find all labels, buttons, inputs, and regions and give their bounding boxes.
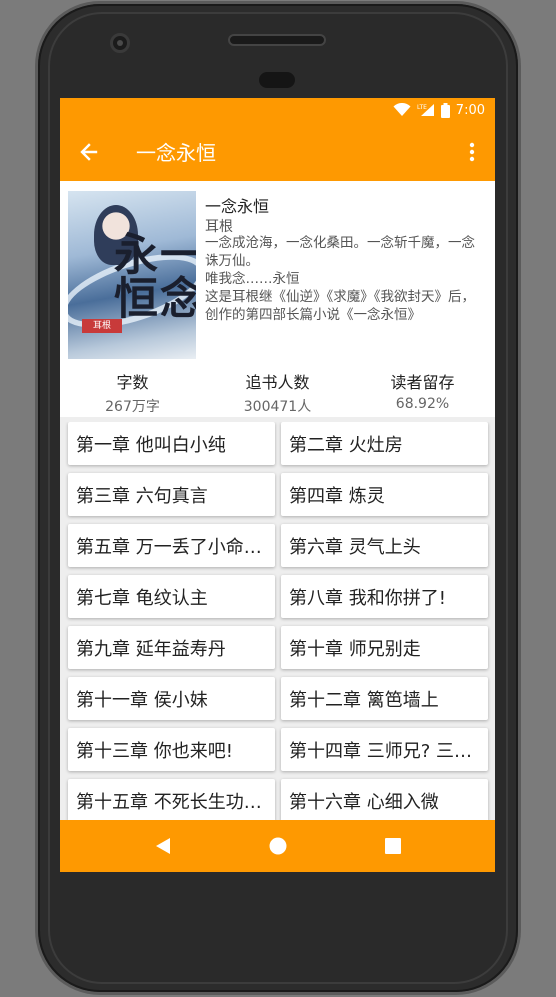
stat-value: 300471人 (243, 399, 312, 415)
chapter-item[interactable]: 第十六章 心细入微 (281, 779, 488, 820)
stat-label: 读者留存 (390, 373, 455, 392)
book-info-card: 一念永恒 耳根 一念永恒 耳根 一念成沧海，一念化桑田。一念斩千魔，一念诛万仙。… (60, 181, 495, 417)
chapter-list: 第一章 他叫白小纯 第二章 火灶房 第三章 六句真言 第四章 炼灵 第五章 万一… (60, 422, 495, 820)
chapter-item[interactable]: 第一章 他叫白小纯 (68, 422, 275, 465)
book-title: 一念永恒 (205, 197, 270, 216)
chapter-item[interactable]: 第十一章 侯小妹 (68, 677, 275, 720)
chapter-item[interactable]: 第五章 万一丢了小命… (68, 524, 275, 567)
arrow-left-icon[interactable] (60, 122, 118, 181)
chapter-item[interactable]: 第二章 火灶房 (281, 422, 488, 465)
stat-word-count: 字数 267万字 (60, 369, 205, 417)
stat-retention: 读者留存 68.92% (350, 369, 495, 417)
nav-back-icon[interactable] (143, 826, 183, 866)
chapter-item[interactable]: 第七章 龟纹认主 (68, 575, 275, 618)
chapter-item[interactable]: 第六章 灵气上头 (281, 524, 488, 567)
page-title: 一念永恒 (136, 141, 216, 165)
cover-title-art: 一念永恒 (106, 231, 196, 319)
chapter-item[interactable]: 第三章 六句真言 (68, 473, 275, 516)
chapter-item[interactable]: 第十四章 三师兄? 三… (281, 728, 488, 771)
nav-recents-icon[interactable] (373, 826, 413, 866)
app-bar: 一念永恒 (60, 122, 495, 181)
battery-icon (440, 102, 450, 118)
chapter-item[interactable]: 第十二章 篱笆墙上 (281, 677, 488, 720)
book-author[interactable]: 耳根 (205, 216, 233, 236)
signal-icon: LTE (417, 103, 435, 117)
chapter-item[interactable]: 第十章 师兄别走 (281, 626, 488, 669)
cover-author-badge: 耳根 (82, 319, 122, 333)
status-bar: LTE 7:00 (60, 98, 495, 122)
clock: 7:00 (455, 102, 485, 118)
stat-label: 追书人数 (245, 373, 310, 392)
wifi-icon (393, 103, 411, 117)
chapter-item[interactable]: 第八章 我和你拼了! (281, 575, 488, 618)
front-camera (110, 33, 130, 53)
chapter-item[interactable]: 第九章 延年益寿丹 (68, 626, 275, 669)
book-description: 一念成沧海，一念化桑田。一念斩千魔，一念诛万仙。 唯我念……永恒 这是耳根继《仙… (205, 235, 475, 323)
screen: LTE 7:00 一念永恒 一念永恒 耳根 一念永恒 耳根 一念成沧海，一念化桑… (60, 98, 495, 872)
nav-home-icon[interactable] (258, 826, 298, 866)
book-stats: 字数 267万字 追书人数 300471人 读者留存 68.92% (60, 369, 495, 417)
stat-label: 字数 (116, 373, 149, 392)
svg-text:LTE: LTE (417, 104, 427, 111)
proximity-sensor (259, 72, 295, 88)
stat-value: 267万字 (105, 399, 160, 415)
stat-followers: 追书人数 300471人 (205, 369, 350, 417)
more-vert-icon[interactable] (449, 122, 495, 181)
book-cover: 一念永恒 耳根 (68, 191, 196, 359)
earpiece-speaker (228, 34, 326, 46)
chapter-item[interactable]: 第十三章 你也来吧! (68, 728, 275, 771)
system-nav-bar (60, 820, 495, 872)
stat-value: 68.92% (395, 396, 450, 412)
chapter-item[interactable]: 第四章 炼灵 (281, 473, 488, 516)
chapter-item[interactable]: 第十五章 不死长生功… (68, 779, 275, 820)
